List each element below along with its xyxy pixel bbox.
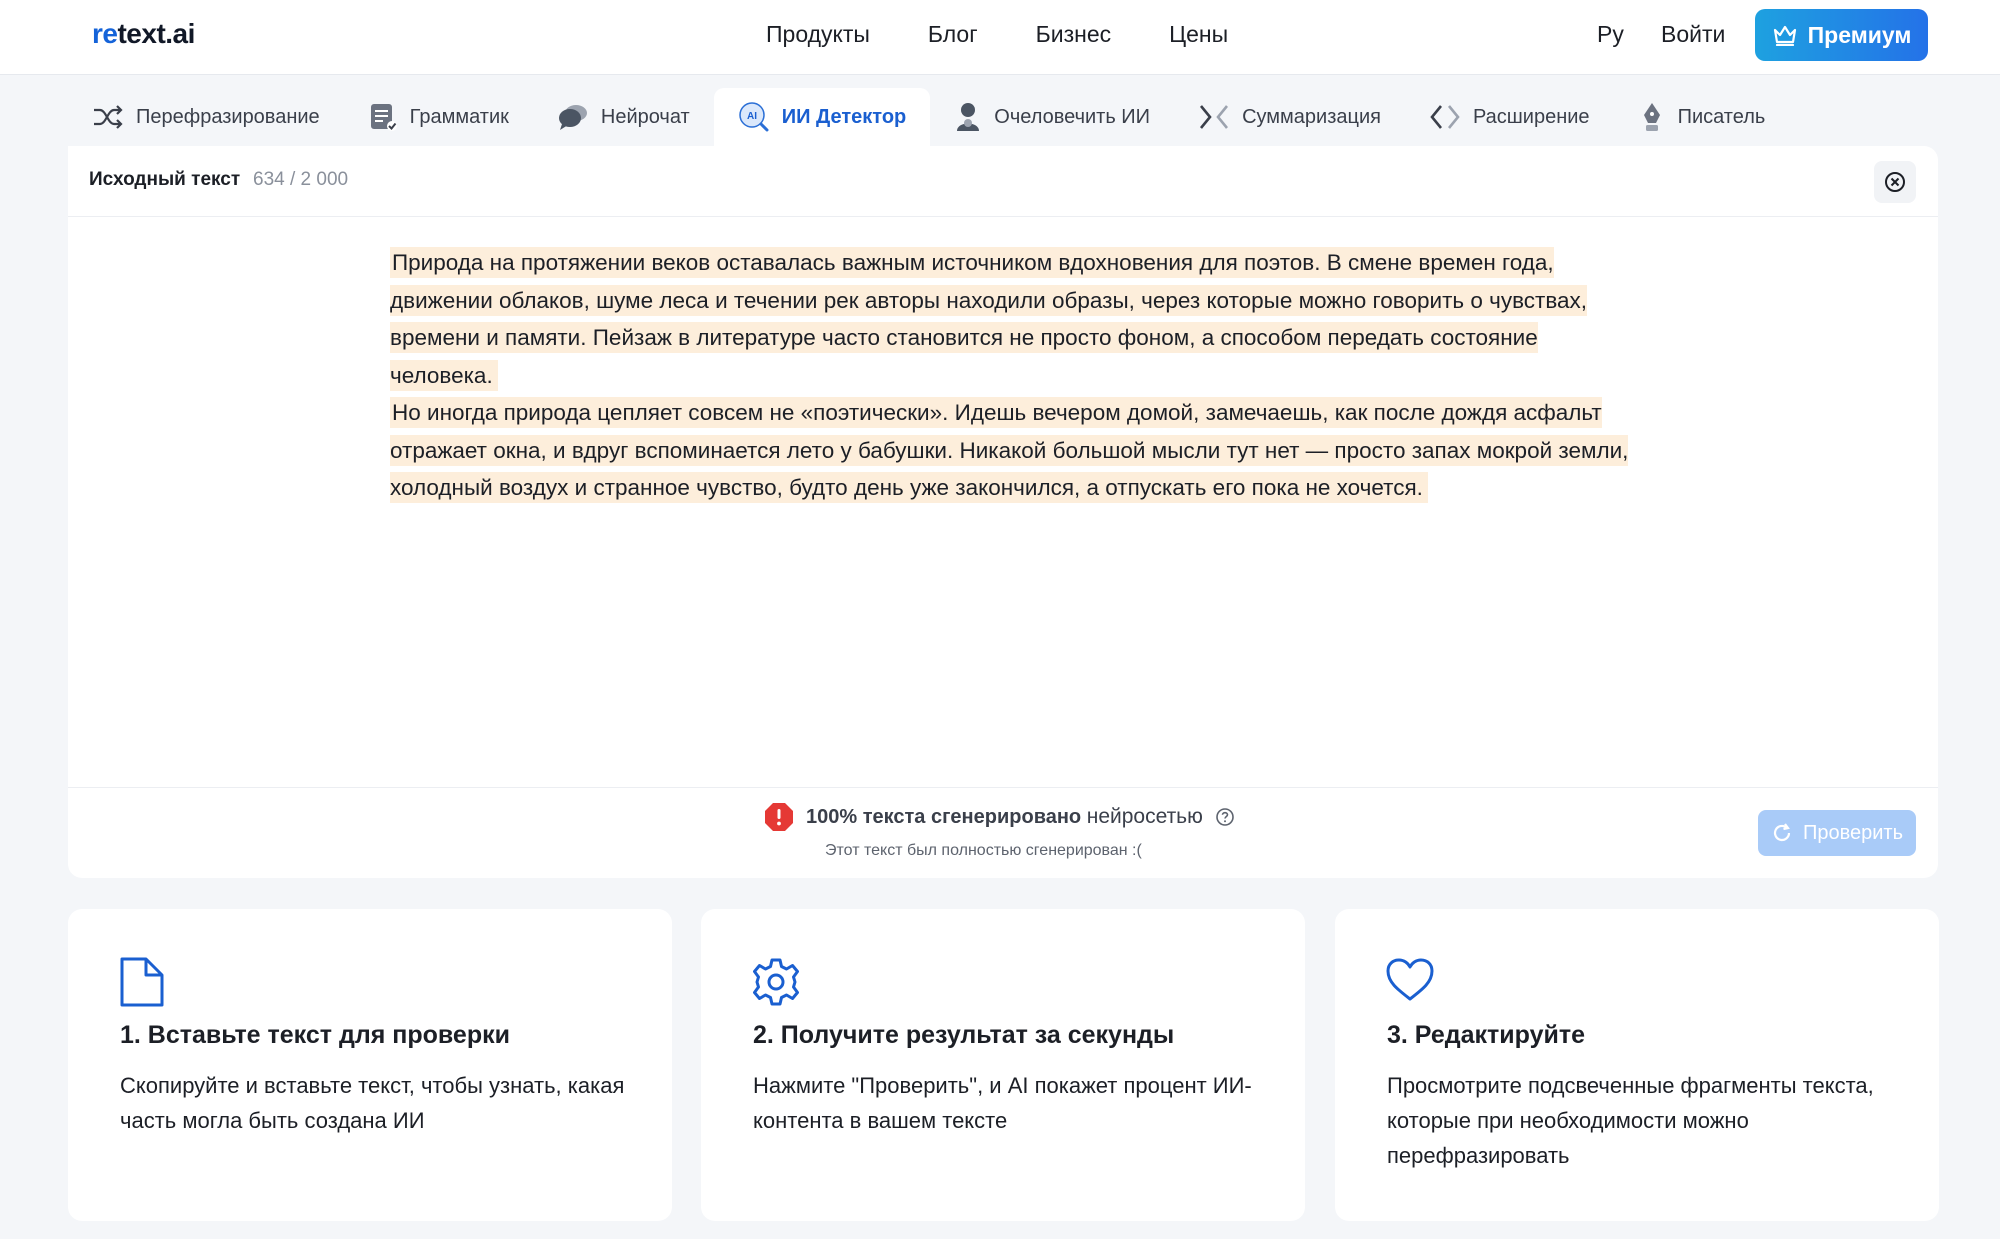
editor-panel: Исходный текст 634 / 2 000 Природа на пр… (68, 146, 1938, 878)
writer-icon (1643, 103, 1660, 131)
tab-writer[interactable]: Писатель (1614, 88, 1790, 146)
ai-highlight: Но иногда природа цепляет совсем не «поэ… (390, 397, 1629, 503)
tab-grammar[interactable]: Грамматик (344, 88, 533, 146)
login-link[interactable]: Войти (1661, 21, 1725, 48)
feature-title: 3. Редактируйте (1387, 1021, 1586, 1049)
detection-result: 100% текста сгенерировано нейросетью (764, 802, 1235, 832)
result-percent-suffix: нейросетью (1086, 805, 1203, 828)
char-counter: 634 / 2 000 (253, 169, 349, 190)
check-button[interactable]: Проверить (1758, 810, 1916, 856)
feature-description: Просмотрите подсвеченные фрагменты текст… (1387, 1073, 1874, 1168)
feature-title: 2. Получите результат за секунды (753, 1021, 1175, 1049)
result-percent: 100% текста сгенерировано нейросетью (806, 805, 1203, 829)
feature-description: Нажмите "Проверить", и AI покажет процен… (753, 1073, 1252, 1133)
gear-icon (753, 958, 799, 1006)
tab-label: Очеловечить ИИ (994, 105, 1151, 128)
source-text-area[interactable]: Природа на протяжении веков оставалась в… (390, 244, 1630, 507)
refresh-icon (1773, 823, 1791, 842)
close-circle-icon (1885, 172, 1905, 192)
nav-prices[interactable]: Цены (1169, 21, 1228, 48)
grammar-icon (370, 104, 397, 131)
clear-text-button[interactable] (1874, 161, 1916, 203)
tab-humanize[interactable]: Очеловечить ИИ (930, 88, 1174, 146)
paragraph: Но иногда природа цепляет совсем не «поэ… (390, 394, 1630, 507)
nav-blog[interactable]: Блог (928, 21, 978, 48)
ai-detector-icon: AI (738, 102, 769, 132)
nav-business[interactable]: Бизнес (1036, 21, 1111, 48)
tool-tabs: Перефразирование Грамматик Нейрочат AI И… (68, 88, 1789, 146)
check-button-label: Проверить (1802, 821, 1904, 844)
result-percent-text: 100% текста сгенерировано (806, 806, 1082, 828)
heart-icon (1386, 958, 1434, 1001)
warning-icon (765, 803, 793, 831)
tab-ai-detector[interactable]: AI ИИ Детектор (713, 88, 931, 146)
tab-label: Нейрочат (600, 105, 690, 128)
language-switcher[interactable]: Ру (1597, 21, 1624, 48)
tab-label: Писатель (1677, 105, 1766, 128)
tab-expand[interactable]: Расширение (1405, 88, 1614, 146)
main-nav: Продукты Блог Бизнес Цены (766, 21, 1228, 48)
feature-card-result: 2. Получите результат за секунды Нажмите… (701, 909, 1305, 1221)
editor-header: Исходный текст 634 / 2 000 (68, 146, 1938, 217)
logo-text: text.ai (117, 18, 195, 49)
editor-footer: 100% текста сгенерировано нейросетью Это… (68, 787, 1938, 878)
tab-label: Грамматик (409, 105, 509, 128)
document-icon (120, 957, 164, 1007)
result-description: Этот текст был полностью сгенерирован :( (825, 842, 1142, 859)
tab-label: Расширение (1472, 105, 1590, 128)
crown-icon (1773, 25, 1796, 46)
chat-icon (558, 105, 587, 130)
tab-summarize[interactable]: Суммаризация (1174, 88, 1405, 146)
ai-highlight: Природа на протяжении веков оставалась в… (390, 247, 1588, 391)
feature-card-edit: 3. Редактируйте Просмотрите подсвеченные… (1335, 909, 1939, 1221)
tab-paraphrase[interactable]: Перефразирование (68, 88, 344, 146)
feature-description: Скопируйте и вставьте текст, чтобы узнат… (120, 1073, 625, 1133)
top-header: retext.ai Продукты Блог Бизнес Цены Ру В… (0, 0, 2000, 75)
paragraph: Природа на протяжении веков оставалась в… (390, 244, 1630, 394)
logo-accent: re (92, 18, 118, 49)
premium-label: Премиум (1807, 21, 1912, 48)
premium-button[interactable]: Премиум (1755, 9, 1928, 61)
tab-label: Суммаризация (1242, 105, 1381, 128)
summarize-icon (1200, 105, 1229, 129)
help-circle-icon[interactable] (1215, 807, 1235, 827)
feature-card-paste: 1. Вставьте текст для проверки Скопируйт… (68, 909, 672, 1221)
tab-label: Перефразирование (136, 105, 320, 128)
tab-neurochat[interactable]: Нейрочат (533, 88, 714, 146)
feature-title: 1. Вставьте текст для проверки (120, 1021, 510, 1049)
nav-products[interactable]: Продукты (766, 21, 870, 48)
shuffle-icon (94, 105, 123, 129)
tab-label: ИИ Детектор (781, 105, 907, 128)
logo[interactable]: retext.ai (92, 18, 195, 50)
expand-icon (1430, 105, 1460, 129)
humanize-icon (957, 103, 980, 131)
svg-text:AI: AI (747, 111, 757, 122)
source-text-label: Исходный текст (89, 169, 241, 190)
